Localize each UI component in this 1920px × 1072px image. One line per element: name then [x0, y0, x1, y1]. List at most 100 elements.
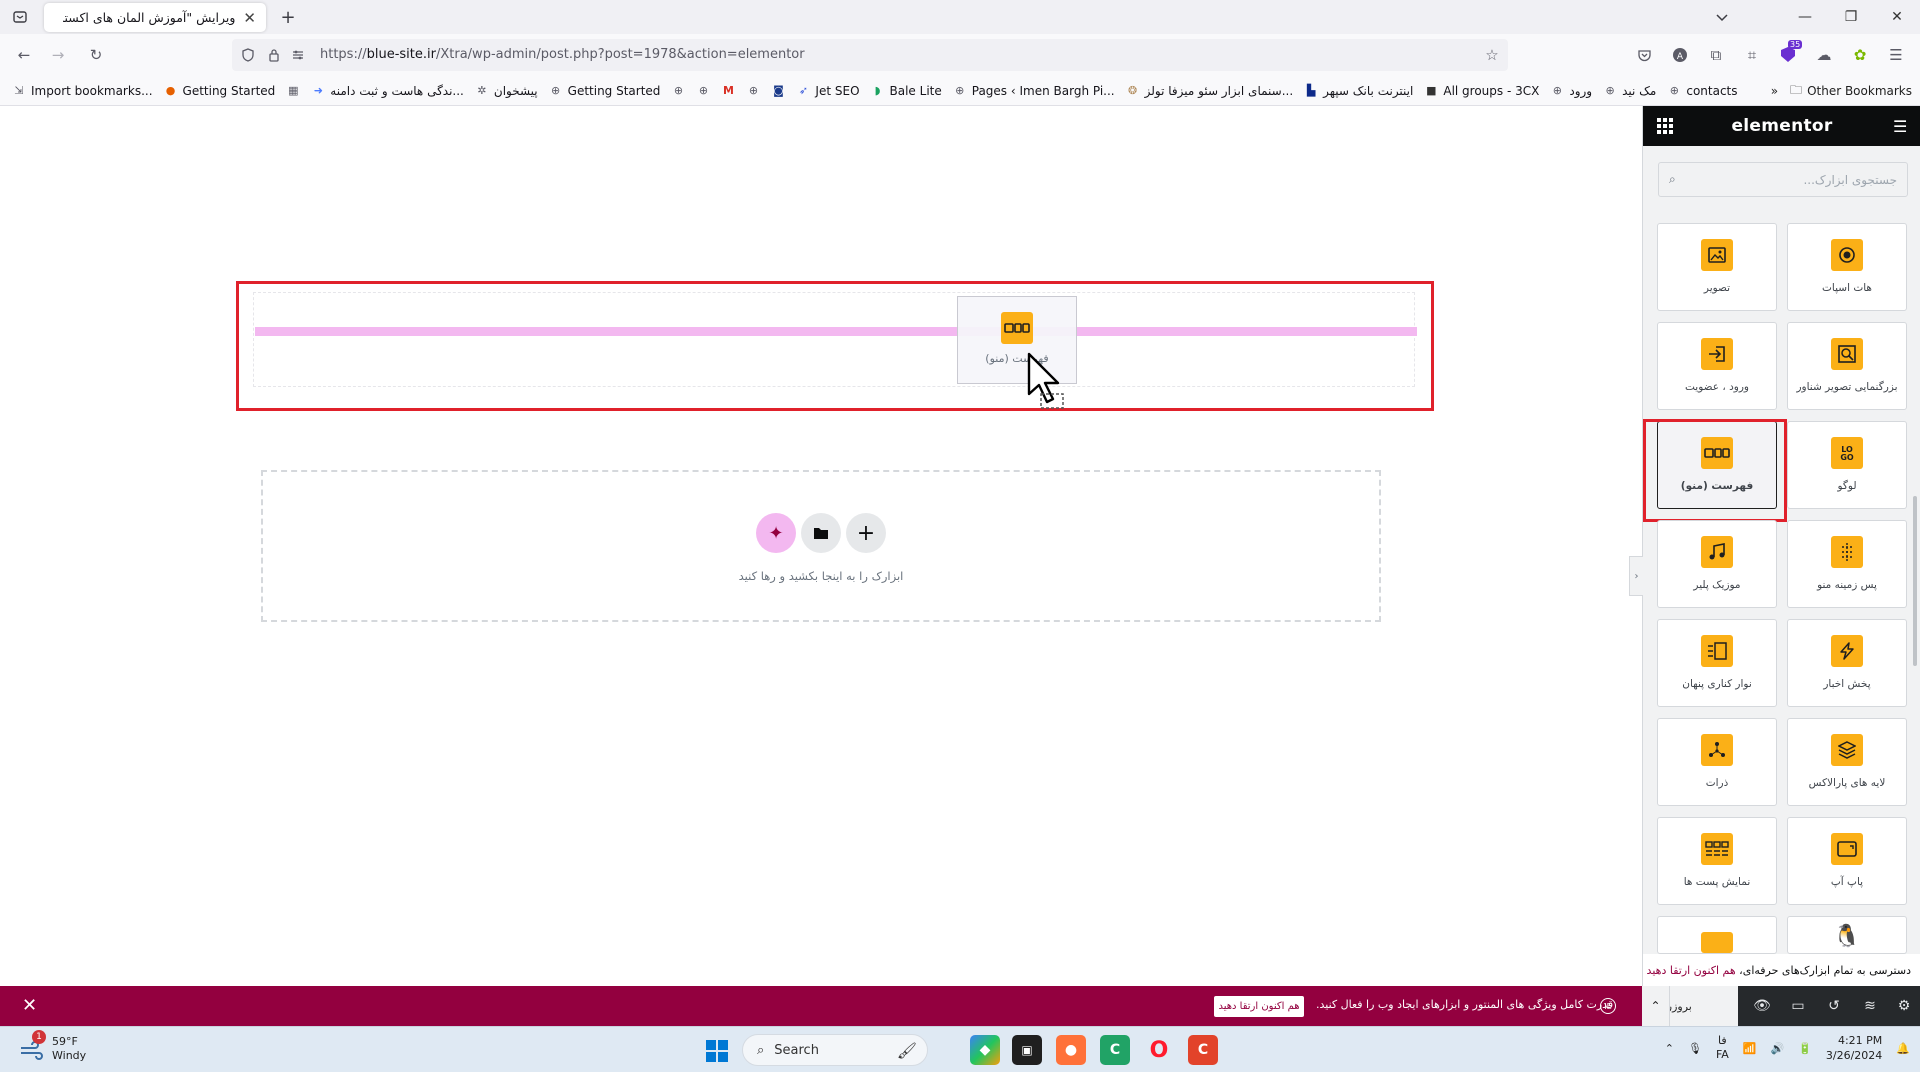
- volume-icon[interactable]: 🔊: [1770, 1042, 1784, 1055]
- bookmark-item[interactable]: ⊕: [746, 84, 760, 98]
- bookmark-item[interactable]: ➶ Jet SEO: [796, 84, 860, 98]
- publish-options-icon[interactable]: ⌃: [1642, 986, 1670, 1026]
- copilot-icon[interactable]: ◆: [970, 1035, 1000, 1065]
- upgrade-link[interactable]: هم اکنون ارتقا دهید: [1647, 964, 1736, 977]
- ai-sparkle-button[interactable]: ✦: [756, 513, 796, 553]
- chevron-double-right-icon[interactable]: »: [1771, 84, 1778, 98]
- bookmark-item[interactable]: ▙ اینترنت بانک سپهر: [1304, 84, 1413, 98]
- other-bookmarks[interactable]: 🗀 Other Bookmarks: [1790, 81, 1912, 102]
- widget-card-partial[interactable]: 🐧: [1787, 916, 1907, 954]
- opera-icon[interactable]: O: [1144, 1035, 1174, 1065]
- forward-icon[interactable]: →: [48, 45, 68, 65]
- taskbar-search[interactable]: ⌕ Search 🖌: [742, 1034, 928, 1066]
- lock-icon[interactable]: [264, 45, 284, 65]
- widget-card[interactable]: نوار کناری پنهان: [1657, 619, 1777, 707]
- minimize-icon[interactable]: —: [1782, 0, 1828, 34]
- template-library-button[interactable]: [801, 513, 841, 553]
- widget-card[interactable]: پخش اخبار: [1787, 619, 1907, 707]
- empty-section-placeholder[interactable]: ✦ + ابزارک را به اینجا بکشید و رها کنید: [261, 470, 1381, 622]
- history-icon[interactable]: ↺: [1824, 996, 1844, 1016]
- back-icon[interactable]: ←: [14, 45, 34, 65]
- system-tray: ⌃ 🎙 فا FA 📶 🔊 🔋 4:21 PM 3/26/2024 🔔: [1665, 1033, 1910, 1063]
- url-bar[interactable]: https://blue-site.ir/Xtra/wp-admin/post.…: [232, 39, 1508, 71]
- bookmark-item[interactable]: ⊕ ورود: [1550, 84, 1592, 98]
- bookmark-item[interactable]: ⊕ contacts: [1667, 84, 1738, 98]
- bookmark-item[interactable]: ● Getting Started: [164, 84, 276, 98]
- widget-card[interactable]: ورود ، عضویت: [1657, 322, 1777, 410]
- bookmark-star-icon[interactable]: ☆: [1482, 45, 1502, 65]
- recorder-icon[interactable]: C: [1188, 1035, 1218, 1065]
- widget-card[interactable]: ذرات: [1657, 718, 1777, 806]
- restore-icon[interactable]: ❐: [1828, 0, 1874, 34]
- widget-card[interactable]: پاپ آپ: [1787, 817, 1907, 905]
- language-indicator[interactable]: فا FA: [1716, 1034, 1729, 1062]
- bookmark-item[interactable]: ▦: [286, 84, 300, 98]
- firefox-taskbar-icon[interactable]: ●: [1056, 1035, 1086, 1065]
- bookmark-item[interactable]: ❂ ...سنمای ابزار سئو میزفا تولز: [1126, 84, 1293, 98]
- widget-card-partial[interactable]: [1657, 916, 1777, 954]
- svg-text:A: A: [1677, 52, 1684, 62]
- chevron-down-icon[interactable]: [1712, 7, 1732, 27]
- widget-card[interactable]: هات اسپات: [1787, 223, 1907, 311]
- widget-search-input[interactable]: جستجوی ابزارک... ⌕: [1658, 162, 1908, 197]
- vpn-icon[interactable]: ☁: [1814, 45, 1834, 65]
- bookmark-item[interactable]: ⊕: [671, 84, 685, 98]
- extension-badge-icon[interactable]: 35: [1778, 40, 1803, 65]
- bookmark-item[interactable]: M: [721, 84, 735, 98]
- active-tab[interactable]: ویرایش "آموزش المان های اکسترا - ع... ✕: [44, 3, 266, 32]
- bookmark-item[interactable]: ◗ Bale Lite: [871, 84, 942, 98]
- bookmark-item[interactable]: ⊕ Pages ‹ Imen Bargh Pi...: [953, 84, 1114, 98]
- camtasia-icon[interactable]: C: [1100, 1035, 1130, 1065]
- new-tab-icon[interactable]: +: [278, 7, 298, 28]
- microphone-icon[interactable]: 🎙: [1688, 1042, 1702, 1055]
- widget-card[interactable]: LO GO لوگو: [1787, 421, 1907, 509]
- bookmark-item[interactable]: ➜ ...ندگی هاست و ثبت دامنه: [311, 84, 464, 98]
- panel-scrollbar[interactable]: [1913, 496, 1917, 666]
- extensions-icon[interactable]: ⧉: [1706, 45, 1726, 65]
- widget-card[interactable]: موزیک پلیر: [1657, 520, 1777, 608]
- panel-collapse-toggle[interactable]: ›: [1629, 556, 1643, 596]
- widget-card[interactable]: تصویر: [1657, 223, 1777, 311]
- reload-icon[interactable]: ↻: [86, 45, 106, 65]
- wifi-icon[interactable]: 📶: [1743, 1042, 1757, 1055]
- widget-card[interactable]: پس زمینه منو: [1787, 520, 1907, 608]
- bookmark-item[interactable]: ◙: [771, 84, 785, 98]
- shield-icon[interactable]: [238, 45, 258, 65]
- hamburger-menu-icon[interactable]: ☰: [1886, 45, 1906, 65]
- tab-list-icon[interactable]: [10, 7, 30, 27]
- windows-start-icon[interactable]: [702, 1036, 732, 1066]
- task-view-icon[interactable]: ▣: [1012, 1035, 1042, 1065]
- pocket-icon[interactable]: [1634, 45, 1654, 65]
- widget-card[interactable]: بزرگنمایی تصویر شناور: [1787, 322, 1907, 410]
- weather-widget[interactable]: 1 59°F Windy: [18, 1030, 86, 1063]
- crop-icon[interactable]: ⌗: [1742, 45, 1762, 65]
- bookmark-item[interactable]: ⇲ Import bookmarks...: [12, 84, 152, 98]
- upgrade-now-button[interactable]: هم اکنون ارتقا دهید: [1214, 996, 1304, 1017]
- bookmark-item[interactable]: ✲ پیشخوان: [475, 84, 537, 98]
- page-settings-icon[interactable]: [288, 45, 308, 65]
- notifications-bell-icon[interactable]: 🔔: [1896, 1042, 1910, 1055]
- preview-eye-icon[interactable]: 👁: [1752, 996, 1772, 1016]
- navigator-layers-icon[interactable]: ≋: [1860, 996, 1880, 1016]
- bookmark-item[interactable]: ⊕ Getting Started: [549, 84, 660, 98]
- close-notice-icon[interactable]: ✕: [22, 995, 37, 1016]
- pro-promo-text[interactable]: دسترسی به تمام ابزارک‌های حرفه‌ای، هم اک…: [1643, 954, 1920, 986]
- tray-chevron-icon[interactable]: ⌃: [1665, 1042, 1674, 1055]
- bookmark-item[interactable]: ⊕: [696, 84, 710, 98]
- add-section-button[interactable]: +: [846, 513, 886, 553]
- drop-target-section[interactable]: فهرست (منو): [236, 281, 1434, 411]
- panel-menu-icon[interactable]: ☰: [1893, 117, 1907, 136]
- close-window-icon[interactable]: ✕: [1874, 0, 1920, 34]
- settings-gear-icon[interactable]: ⚙: [1894, 996, 1914, 1016]
- bookmark-item[interactable]: ⊕ مک نید: [1603, 84, 1656, 98]
- color-ext-icon[interactable]: ✿: [1850, 45, 1870, 65]
- responsive-icon[interactable]: ▭: [1788, 996, 1808, 1016]
- widget-card[interactable]: لایه های پارالاکس: [1787, 718, 1907, 806]
- clock[interactable]: 4:21 PM 3/26/2024: [1826, 1033, 1882, 1063]
- bookmark-item[interactable]: ■ All groups - 3CX: [1424, 84, 1539, 98]
- widget-card[interactable]: نمایش پست ها: [1657, 817, 1777, 905]
- close-tab-icon[interactable]: ✕: [243, 9, 256, 27]
- url-text[interactable]: https://blue-site.ir/Xtra/wp-admin/post.…: [320, 47, 805, 62]
- account-icon[interactable]: A: [1670, 45, 1690, 65]
- battery-icon[interactable]: 🔋: [1798, 1042, 1812, 1055]
